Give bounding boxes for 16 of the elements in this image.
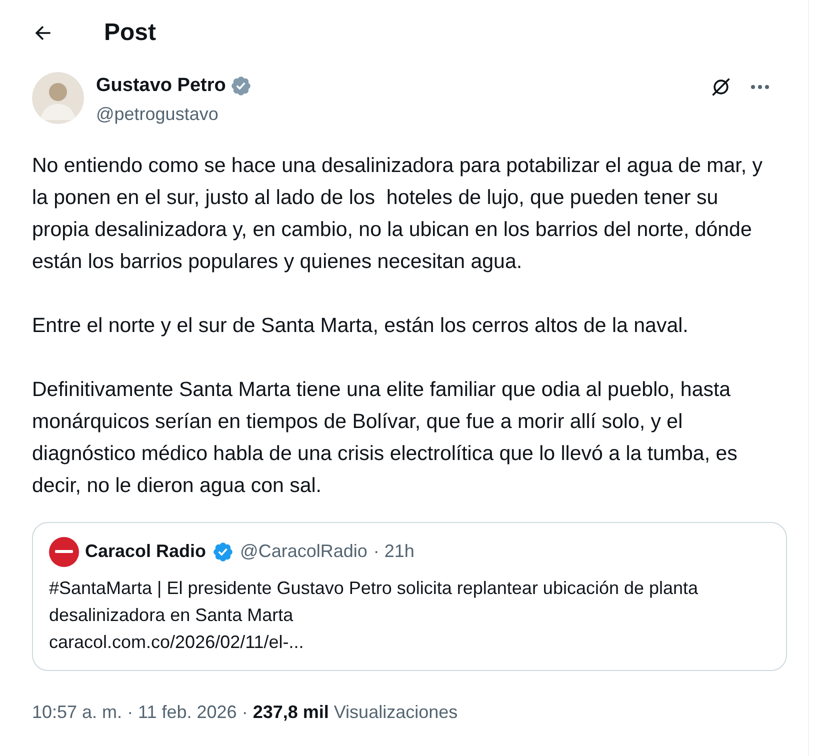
post-paragraph: No entiendo como se hace una desalinizadora para potabilizar el agua de mar, y la ponen en el sur, justo al lado de los hoteles de lujo, que pueden tener su propia desalinizadora y, en cambio, no la ubican en los barrios del norte, dónde están los barrios populares y quienes necesitan agua. xyxy=(32,152,764,274)
quoted-post-card[interactable]: Caracol Radio @CaracolRadio · 21h #SantaMarta | El presidente Gustavo Petro solicita replantear ubicación de planta desalinizadora en Santa Marta caracol.com.co/2026/02/11/el-... xyxy=(32,522,787,670)
author-handle[interactable]: @petrogustavo xyxy=(96,100,252,128)
quoted-post-link: caracol.com.co/2026/02/11/el-... xyxy=(49,630,305,654)
view-count: 237,8 mil xyxy=(252,700,329,724)
post-paragraph: Entre el norte y el sur de Santa Marta, están los cerros altos de la naval. xyxy=(32,312,690,338)
post-time[interactable]: 10:57 a. m. xyxy=(32,698,122,726)
page-title: Post xyxy=(104,18,156,48)
more-icon[interactable] xyxy=(750,84,770,90)
post-date[interactable]: · 11 feb. 2026 · xyxy=(127,698,248,726)
views-label: Visualizaciones xyxy=(334,700,458,724)
author-name[interactable]: Gustavo Petro xyxy=(96,72,226,100)
post-paragraph: Definitivamente Santa Marta tiene una elite familiar que odia al pueblo, hasta monárquicos serían en tiempos de Bolívar, que fue a morir allí solo, y el diagnóstico médico habla de una crisis electrolítica que lo llevó a la tumba, es decir, no le dieron agua con sal. xyxy=(32,376,738,498)
quoted-author-name: Caracol Radio xyxy=(85,540,206,563)
quoted-author-handle: @CaracolRadio xyxy=(240,540,368,563)
quoted-post-time: · 21h xyxy=(373,540,414,563)
